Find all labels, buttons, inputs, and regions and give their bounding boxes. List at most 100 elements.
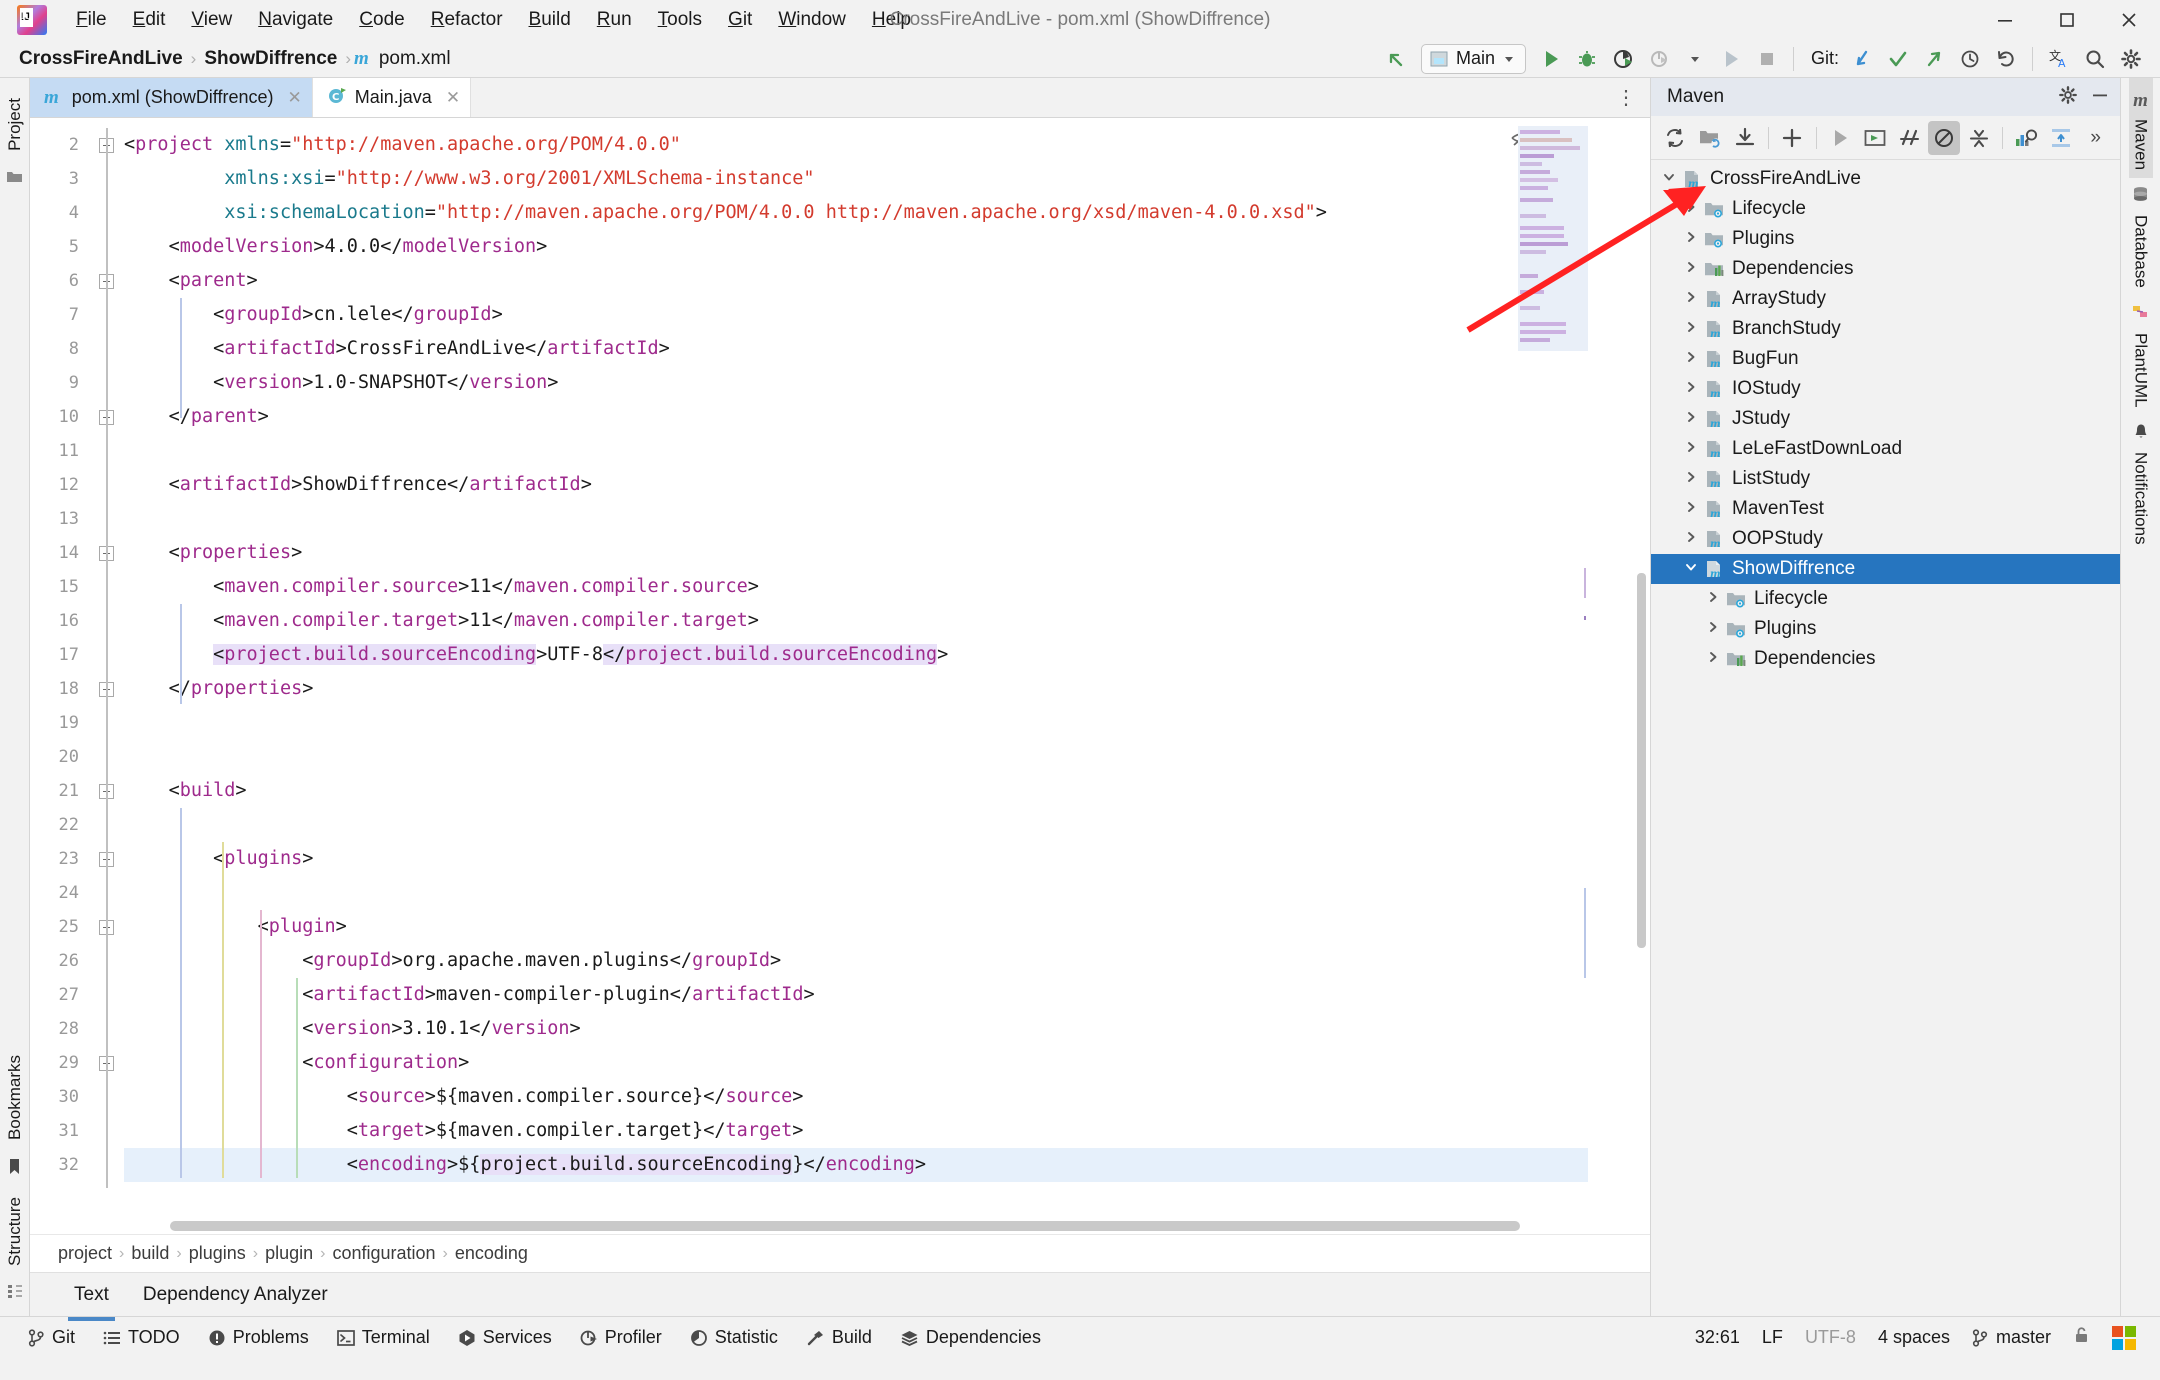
code-line[interactable]: </parent> [124,400,1650,434]
code-line[interactable] [124,502,1650,536]
menu-window[interactable]: Window [765,6,859,34]
rerun-icon[interactable] [1714,43,1748,75]
code-line[interactable]: <artifactId>maven-compiler-plugin</artif… [124,978,1650,1012]
project-files-icon[interactable] [6,169,23,188]
status-button-git[interactable]: Git [14,1327,89,1348]
maven-tree-node-oopstudy[interactable]: m OOPStudy [1651,524,2120,554]
more-icon[interactable]: » [2079,121,2112,155]
menu-run[interactable]: Run [584,6,645,34]
indent-setting[interactable]: 4 spaces [1878,1327,1950,1348]
code-line[interactable]: <encoding>${project.build.sourceEncoding… [124,1148,1650,1182]
line-number[interactable]: 9 [30,366,88,400]
line-number[interactable]: 12 [30,468,88,502]
code-line[interactable] [124,808,1650,842]
maven-tree-node-lifecycle[interactable]: Lifecycle [1651,194,2120,224]
chevron-right-icon[interactable] [1681,260,1701,278]
code-editor[interactable]: 23456m7891011121314151617181920212223242… [30,118,1650,1234]
line-number[interactable]: 7 [30,298,88,332]
maven-tree-node-bugfun[interactable]: m BugFun [1651,344,2120,374]
line-number[interactable]: 19 [30,706,88,740]
chevron-right-icon[interactable] [1681,500,1701,518]
line-number[interactable]: 22 [30,808,88,842]
line-number[interactable]: 23 [30,842,88,876]
minimize-button[interactable] [1974,0,2036,40]
breadcrumb-item-showdiffrence[interactable]: ShowDiffrence [199,46,342,72]
menu-tools[interactable]: Tools [645,6,715,34]
maven-tree-node-dependencies[interactable]: Dependencies [1651,254,2120,284]
editor-horizontal-scrollbar[interactable] [170,1221,1520,1231]
git-push-icon[interactable] [1917,43,1951,75]
chevron-right-icon[interactable] [1681,410,1701,428]
code-breadcrumb-item-encoding[interactable]: encoding [455,1243,528,1264]
git-history-icon[interactable] [1953,43,1987,75]
line-number[interactable]: 31 [30,1114,88,1148]
chevron-right-icon[interactable] [1681,530,1701,548]
code-line[interactable]: <target>${maven.compiler.target}</target… [124,1114,1650,1148]
menu-help[interactable]: Help [859,6,924,34]
back-arrow-icon[interactable] [1379,43,1413,75]
line-number[interactable]: 32 [30,1148,88,1182]
line-number[interactable]: 6m [30,264,104,298]
menu-view[interactable]: View [178,6,245,34]
collapse-all-icon[interactable] [1962,121,1995,155]
line-number-gutter[interactable]: 23456m7891011121314151617181920212223242… [30,118,104,1234]
run-icon[interactable] [1824,121,1857,155]
sidebar-tab-structure[interactable]: Structure [2,1187,28,1276]
git-rollback-icon[interactable] [1989,43,2023,75]
structure-icon[interactable] [7,1284,23,1302]
breadcrumb[interactable]: CrossFireAndLive › ShowDiffrence › m pom.xml [0,46,456,72]
maven-tree-node-branchstudy[interactable]: m BranchStudy [1651,314,2120,344]
lock-icon[interactable] [2073,1326,2090,1349]
code-breadcrumb-item-configuration[interactable]: configuration [332,1243,435,1264]
sidebar-tab-database[interactable]: Database [2129,178,2153,296]
code-line[interactable]: <artifactId>ShowDiffrence</artifactId> [124,468,1650,502]
status-button-statistic[interactable]: Statistic [676,1327,792,1348]
status-button-profiler[interactable]: Profiler [566,1327,676,1348]
git-update-icon[interactable] [1845,43,1879,75]
sidebar-tab-project[interactable]: Project [2,88,28,161]
code-line[interactable]: <plugins> [124,842,1650,876]
debug-icon[interactable] [1570,43,1604,75]
code-breadcrumb-item-project[interactable]: project [58,1243,112,1264]
code-line[interactable]: <configuration> [124,1046,1650,1080]
chevron-right-icon[interactable] [1703,650,1723,668]
code-line[interactable]: <groupId>cn.lele</groupId> [124,298,1650,332]
code-line[interactable]: <version>1.0-SNAPSHOT</version> [124,366,1650,400]
chevron-right-icon[interactable] [1681,200,1701,218]
line-number[interactable]: 10 [30,400,88,434]
maven-tree-node-crossfireandlive[interactable]: m CrossFireAndLive [1651,164,2120,194]
sidebar-tab-plantuml[interactable]: PlantUML [2129,296,2153,416]
code-line[interactable]: <project.build.sourceEncoding>UTF-8</pro… [124,638,1650,672]
profile-dropdown-icon[interactable] [1678,43,1712,75]
search-icon[interactable] [2078,43,2112,75]
sidebar-tab-bookmarks[interactable]: Bookmarks [2,1045,28,1150]
code-line[interactable]: <version>3.10.1</version> [124,1012,1650,1046]
maven-tree-node-plugins[interactable]: Plugins [1651,614,2120,644]
maven-tree-node-lelefastdownload[interactable]: m LeLeFastDownLoad [1651,434,2120,464]
code-breadcrumb-item-plugin[interactable]: plugin [265,1243,313,1264]
code-line[interactable]: <project xmlns="http://maven.apache.org/… [124,128,1650,162]
code-line[interactable] [124,706,1650,740]
run-coverage-icon[interactable] [1606,43,1640,75]
editor-tab-pom-xml[interactable]: m pom.xml (ShowDiffrence) ✕ [30,78,313,117]
menu-file[interactable]: File [63,6,120,34]
line-number[interactable]: 26 [30,944,88,978]
gear-icon[interactable] [2058,85,2078,110]
chevron-right-icon[interactable] [1681,320,1701,338]
git-commit-icon[interactable] [1881,43,1915,75]
maven-projects-tree[interactable]: m CrossFireAndLive Lifecycle Plugins Depende… [1651,160,2120,1316]
plus-icon[interactable] [1776,121,1809,155]
line-number[interactable]: 5 [30,230,88,264]
chevron-right-icon[interactable] [1681,440,1701,458]
code-breadcrumb[interactable]: project › build › plugins › plugin › configurati… [30,1234,1650,1272]
maven-tree-node-lifecycle[interactable]: Lifecycle [1651,584,2120,614]
run-configuration-selector[interactable]: Main [1420,43,1526,74]
status-button-terminal[interactable]: Terminal [323,1327,444,1348]
breadcrumb-item-pom-xml[interactable]: m pom.xml [354,46,456,72]
line-number[interactable]: 8 [30,332,88,366]
line-number[interactable]: 29 [30,1046,88,1080]
code-line[interactable]: xsi:schemaLocation="http://maven.apache.… [124,196,1650,230]
code-line[interactable] [124,740,1650,774]
chevron-right-icon[interactable] [1681,230,1701,248]
error-stripe-markers[interactable] [1588,118,1650,1234]
